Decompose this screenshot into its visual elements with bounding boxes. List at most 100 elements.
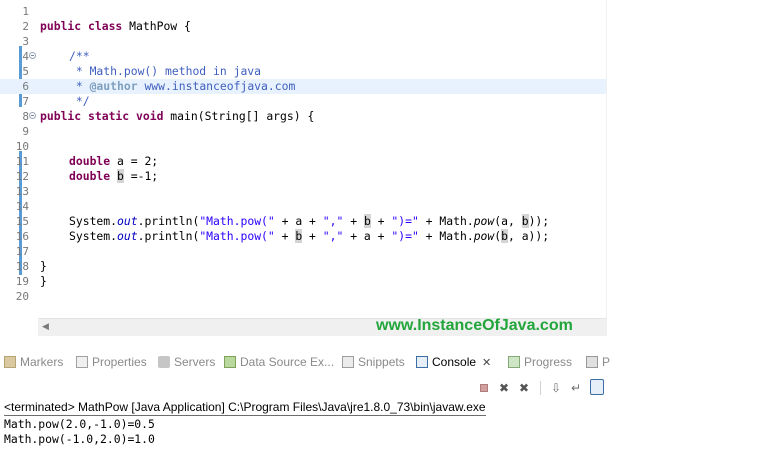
problems-icon <box>586 355 598 368</box>
line-number: 15 <box>15 215 29 228</box>
tab-progress[interactable]: Progress <box>508 350 572 374</box>
line-number: 14 <box>15 200 29 213</box>
occurrence-highlight: b <box>521 214 529 228</box>
collapse-icon[interactable] <box>29 52 36 59</box>
occurrence-highlight: b <box>363 214 371 228</box>
code-token: + Math. <box>418 214 474 228</box>
occurrence-highlight: b <box>117 169 124 183</box>
code-token: + <box>343 214 364 228</box>
code-token: } <box>40 259 47 273</box>
word-wrap-icon[interactable]: ↵ <box>568 380 584 396</box>
comment: * Math.pow() method in java <box>69 64 262 78</box>
scroll-lock-icon[interactable]: ⇩ <box>548 380 564 396</box>
code-line: 16 System.out.println("Math.pow(" + b + … <box>0 229 606 244</box>
code-text[interactable]: System.out.println("Math.pow(" + b + ","… <box>69 229 549 244</box>
code-token: main(String[] args) { <box>163 109 315 123</box>
code-text[interactable]: } <box>40 259 47 274</box>
line-number: 9 <box>22 125 29 138</box>
code-text[interactable]: * @author www.instanceofjava.com <box>69 79 295 94</box>
line-number: 13 <box>15 185 29 198</box>
code-token: )); <box>528 214 550 228</box>
tab-label: Console <box>432 355 477 369</box>
console-toolbar: ✖ ✖ ⇩ ↵ <box>470 377 606 399</box>
views-tab-bar: Markers Properties Servers Data Source E… <box>0 350 610 375</box>
code-text[interactable]: public class MathPow { <box>40 19 191 34</box>
line-number: 5 <box>22 65 29 78</box>
static-field: out <box>117 229 138 243</box>
code-line: 8 public static void main(String[] args)… <box>0 109 606 124</box>
close-icon[interactable]: ✕ <box>482 351 491 375</box>
code-token: + a + <box>343 229 392 243</box>
code-token: MathPow { <box>122 19 191 33</box>
code-text[interactable]: System.out.println("Math.pow(" + a + ","… <box>69 214 549 229</box>
code-token: + <box>302 229 323 243</box>
scroll-left-icon[interactable]: ◀ <box>42 322 49 332</box>
code-line: 3 <box>0 34 606 49</box>
comment: * <box>69 79 90 93</box>
java-editor[interactable]: 1 2 public class MathPow { 3 4 /** 5 * M… <box>0 0 607 336</box>
code-text[interactable]: */ <box>69 94 90 109</box>
terminate-icon[interactable] <box>476 380 492 396</box>
tab-servers[interactable]: Servers <box>158 350 215 374</box>
code-line: 17 <box>0 244 606 259</box>
code-text[interactable]: * Math.pow() method in java <box>69 64 261 79</box>
line-number: 1 <box>22 5 29 18</box>
string-literal: "," <box>322 214 344 228</box>
tab-problems[interactable]: P <box>586 350 610 374</box>
pin-console-icon[interactable] <box>590 379 604 395</box>
code-token: =-1; <box>123 169 159 183</box>
tab-label: Servers <box>174 355 216 369</box>
line-number: 19 <box>15 275 29 288</box>
code-text[interactable]: public static void main(String[] args) { <box>40 109 314 124</box>
tab-label: P <box>602 355 611 369</box>
code-line: 2 public class MathPow { <box>0 19 606 34</box>
console-output-line[interactable]: Math.pow(-1.0,2.0)=1.0 <box>4 432 155 447</box>
code-line: 14 <box>0 199 606 214</box>
snippets-icon <box>342 355 354 368</box>
eclipse-window: 1 2 public class MathPow { 3 4 /** 5 * M… <box>0 0 772 468</box>
comment: /** <box>69 49 90 63</box>
line-number: 18 <box>15 260 29 273</box>
string-literal: "Math.pow(" <box>199 229 275 243</box>
tab-label: Data Source Ex... <box>240 355 335 369</box>
tab-label: Properties <box>92 355 147 369</box>
collapse-icon[interactable] <box>29 112 36 119</box>
code-token: + <box>370 214 392 228</box>
console-process-label: <terminated> MathPow [Java Application] … <box>4 400 486 416</box>
code-line: 11 double a = 2; <box>0 154 606 169</box>
remove-launch-icon[interactable]: ✖ <box>496 380 512 396</box>
line-number: 7 <box>22 95 29 108</box>
code-text[interactable]: } <box>40 274 47 289</box>
string-literal: ")=" <box>391 214 419 228</box>
remove-all-terminated-icon[interactable]: ✖ <box>516 380 532 396</box>
static-method: pow <box>473 229 495 243</box>
tab-markers[interactable]: Markers <box>4 350 63 374</box>
console-output-line[interactable]: Math.pow(2.0,-1.0)=0.5 <box>4 417 155 432</box>
toolbar-separator <box>540 381 541 395</box>
code-token: , a)); <box>507 229 550 243</box>
code-line: 9 <box>0 124 606 139</box>
code-text[interactable]: double a = 2; <box>69 154 158 169</box>
tab-label: Markers <box>20 355 64 369</box>
code-token: .println( <box>137 214 200 228</box>
code-line: 19 } <box>0 274 606 289</box>
code-line: 10 <box>0 139 606 154</box>
code-token: + Math. <box>418 229 474 243</box>
line-number: 4 <box>22 50 29 63</box>
code-text[interactable]: /** <box>69 49 90 64</box>
keyword: public static void <box>40 109 164 123</box>
code-line: 18 } <box>0 259 606 274</box>
tab-snippets[interactable]: Snippets <box>342 350 405 374</box>
line-number: 11 <box>15 155 29 168</box>
keyword: double <box>69 169 111 183</box>
tab-console[interactable]: Console ✕ <box>416 350 492 375</box>
servers-icon <box>158 355 170 368</box>
code-text[interactable]: double b =-1; <box>69 169 158 184</box>
tab-properties[interactable]: Properties <box>76 350 147 374</box>
comment: */ <box>69 94 90 108</box>
tab-data-source-explorer[interactable]: Data Source Ex... <box>224 350 334 374</box>
code-token: System. <box>69 229 118 243</box>
keyword: public class <box>40 19 123 33</box>
code-line: 7 */ <box>0 94 606 109</box>
